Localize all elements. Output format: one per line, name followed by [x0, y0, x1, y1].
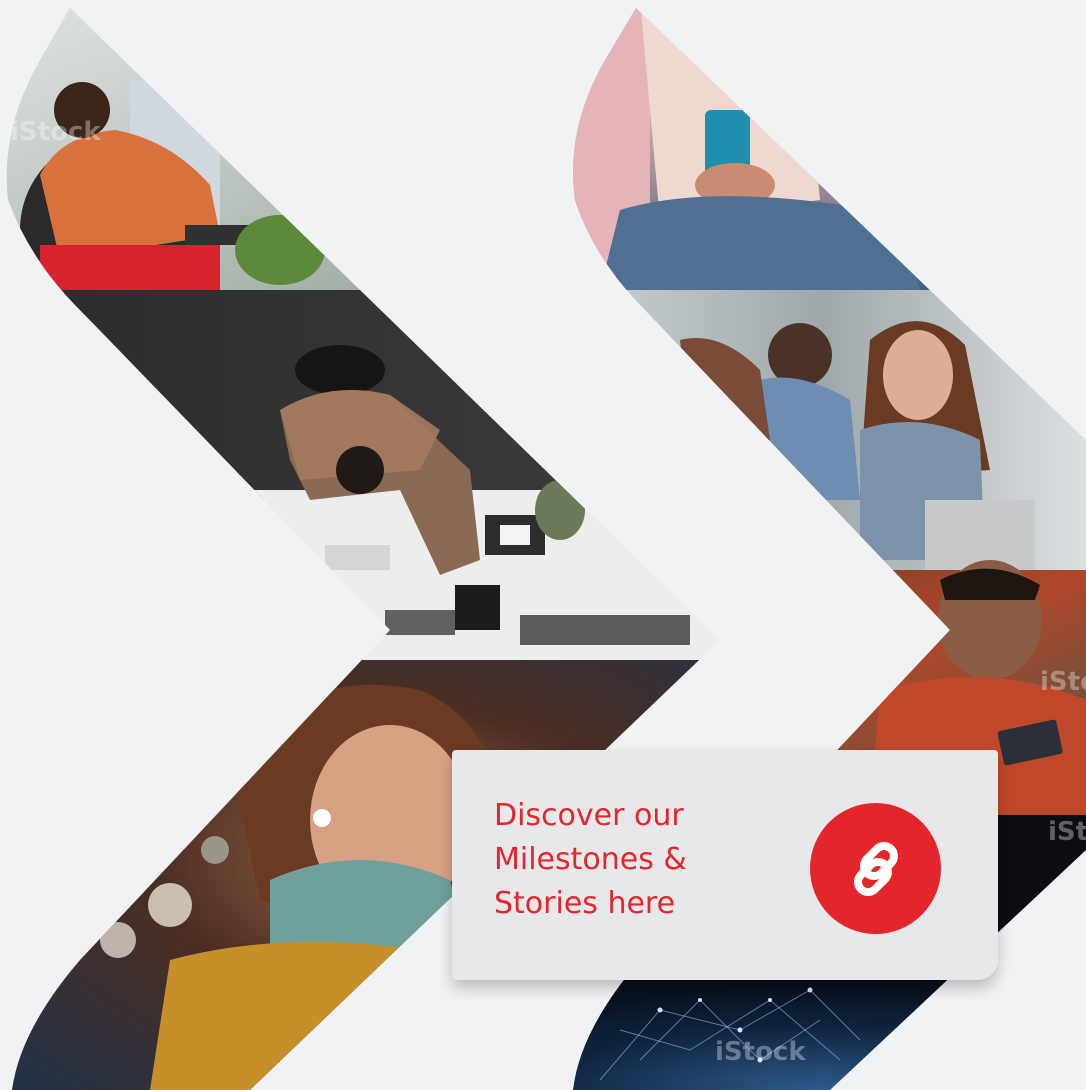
link-button[interactable]	[810, 803, 941, 934]
photo-phone-hands	[573, 8, 1086, 290]
cta-card[interactable]: Discover our Milestones & Stories here	[452, 750, 998, 980]
cta-text[interactable]: Discover our Milestones & Stories here	[494, 794, 754, 926]
photo-globe-network: iStock	[573, 975, 1086, 1090]
photo-desk-overhead	[6, 290, 720, 660]
watermark-text: iStock	[1040, 667, 1086, 697]
link-icon	[853, 841, 898, 896]
milestones-banner: iStock iSt iSt iStock Discover our Miles…	[0, 0, 1086, 1090]
cta-line-1: Discover our	[494, 798, 684, 833]
watermark-text: iStock	[1048, 817, 1086, 847]
cta-line-3: Stories here	[494, 886, 676, 921]
watermark-text: iStock	[715, 1037, 806, 1067]
cta-line-2: Milestones &	[494, 842, 687, 877]
watermark-text: iStock	[10, 117, 101, 147]
photo-classroom	[573, 290, 1086, 570]
